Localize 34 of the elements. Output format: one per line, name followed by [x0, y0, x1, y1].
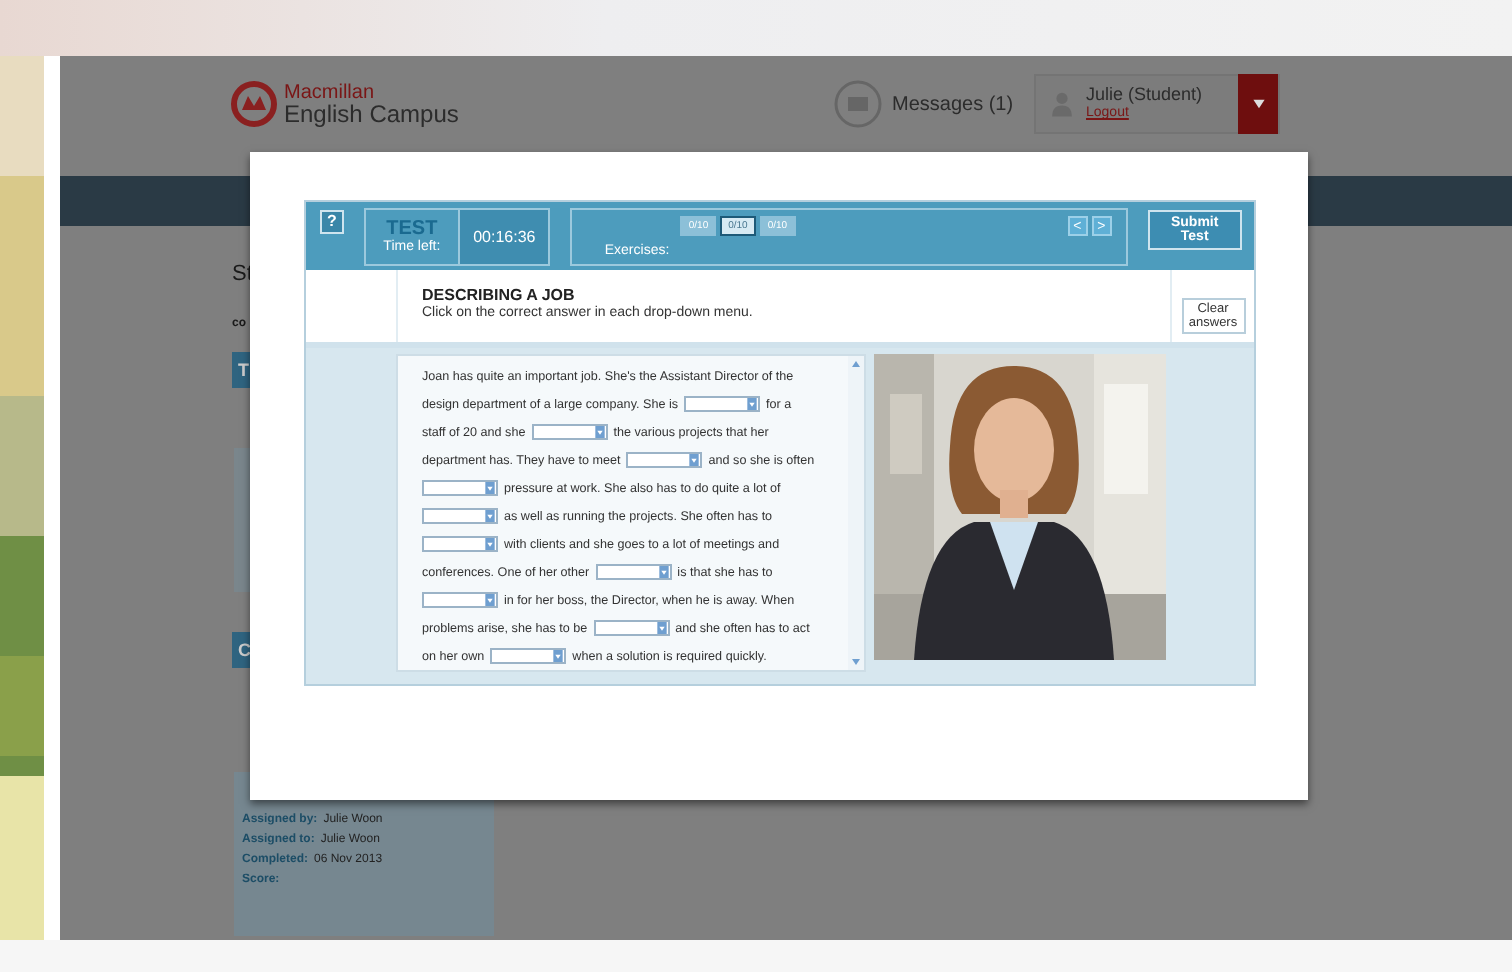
user-name: Julie (Student) — [1086, 84, 1205, 104]
dropdown-arrow-icon — [657, 566, 670, 578]
user-menu-button[interactable] — [1238, 74, 1278, 134]
answer-dropdown[interactable] — [626, 452, 703, 468]
dropdown-arrow-icon — [484, 594, 496, 606]
dropdown-arrow-icon — [484, 538, 496, 550]
help-button[interactable]: ? — [320, 210, 344, 234]
dropdown-arrow-icon — [746, 398, 758, 410]
messages-link[interactable]: Messages (1) — [892, 93, 1016, 115]
answer-dropdown[interactable] — [595, 564, 672, 580]
timer: 00:16:36 — [457, 210, 549, 264]
exercise-title: DESCRIBING A JOB — [422, 286, 577, 305]
answer-dropdown[interactable] — [531, 424, 608, 440]
answer-dropdown[interactable] — [422, 536, 498, 552]
answer-dropdown[interactable] — [490, 648, 567, 664]
answer-dropdown[interactable] — [422, 508, 498, 524]
dropdown-arrow-icon — [593, 426, 606, 438]
scrollbar[interactable] — [848, 356, 864, 670]
answer-dropdown[interactable] — [593, 620, 670, 636]
answer-dropdown[interactable] — [684, 396, 760, 412]
scroll-up-icon[interactable] — [848, 356, 864, 372]
logo-title: Macmillan — [284, 82, 377, 104]
dropdown-arrow-icon — [484, 510, 496, 522]
dropdown-arrow-icon — [552, 650, 565, 662]
caret-icon — [1251, 98, 1265, 110]
dropdown-arrow-icon — [484, 482, 496, 494]
dropdown-arrow-icon — [688, 454, 701, 466]
dropdown-arrow-icon — [655, 622, 668, 634]
logo-subtitle: English Campus — [284, 104, 459, 126]
answer-dropdown[interactable] — [422, 592, 498, 608]
logo-icon — [230, 80, 278, 128]
envelope-icon[interactable] — [834, 80, 882, 128]
answer-dropdown[interactable] — [422, 480, 498, 496]
scroll-down-icon[interactable] — [848, 654, 864, 670]
